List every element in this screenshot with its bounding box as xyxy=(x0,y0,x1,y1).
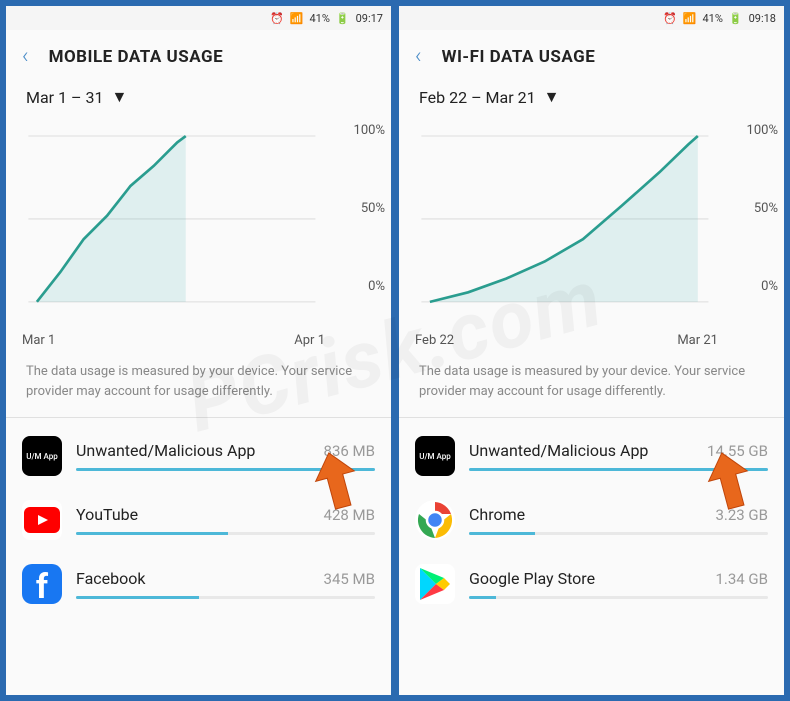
x-end-label: Mar 21 xyxy=(677,333,718,348)
app-row-malicious[interactable]: U/M App Unwanted/Malicious App 14.55 GB xyxy=(399,422,784,486)
app-name: Google Play Store xyxy=(469,569,595,588)
app-size: 14.55 GB xyxy=(707,442,768,460)
battery-icon: 🔋 xyxy=(336,12,350,25)
x-axis-labels: Mar 1 Apr 1 xyxy=(6,333,391,352)
status-bar: ⏰ 📶 41% 🔋 09:18 xyxy=(399,6,784,30)
y-label-100: 100% xyxy=(747,123,778,138)
page-header: ‹ MOBILE DATA USAGE xyxy=(6,30,391,87)
date-range-selector[interactable]: Mar 1 – 31 ▼ xyxy=(6,87,391,113)
usage-chart[interactable]: 100% 50% 0% xyxy=(399,113,784,333)
date-range-label: Mar 1 – 31 xyxy=(26,88,103,107)
divider xyxy=(399,417,784,418)
battery-pct: 41% xyxy=(309,12,329,25)
signal-icon: 📶 xyxy=(290,12,304,25)
app-icon-youtube xyxy=(22,500,62,540)
app-size: 3.23 GB xyxy=(715,506,768,524)
date-range-selector[interactable]: Feb 22 – Mar 21 ▼ xyxy=(399,87,784,113)
back-button[interactable]: ‹ xyxy=(22,44,29,69)
chevron-down-icon: ▼ xyxy=(544,87,560,107)
svg-text:f: f xyxy=(36,567,49,604)
y-label-100: 100% xyxy=(354,123,385,138)
disclaimer-text: The data usage is measured by your devic… xyxy=(399,352,784,417)
x-end-label: Apr 1 xyxy=(294,333,325,348)
app-size: 1.34 GB xyxy=(715,570,768,588)
app-name: Chrome xyxy=(469,505,525,524)
signal-icon: 📶 xyxy=(683,12,697,25)
app-size: 428 MB xyxy=(324,506,375,524)
app-icon-playstore xyxy=(415,564,455,604)
usage-chart[interactable]: 100% 50% 0% xyxy=(6,113,391,333)
x-start-label: Feb 22 xyxy=(415,333,454,348)
y-label-0: 0% xyxy=(761,279,778,294)
disclaimer-text: The data usage is measured by your devic… xyxy=(6,352,391,417)
chevron-down-icon: ▼ xyxy=(111,87,127,107)
chart-svg xyxy=(415,119,768,321)
page-title: WI-FI DATA USAGE xyxy=(442,47,596,67)
app-name: Unwanted/Malicious App xyxy=(469,441,648,460)
page-title: MOBILE DATA USAGE xyxy=(49,47,224,67)
app-name: Unwanted/Malicious App xyxy=(76,441,255,460)
app-row-facebook[interactable]: f Facebook 345 MB xyxy=(6,550,391,614)
page-header: ‹ WI-FI DATA USAGE xyxy=(399,30,784,87)
app-icon-umapp: U/M App xyxy=(415,436,455,476)
app-row-chrome[interactable]: Chrome 3.23 GB xyxy=(399,486,784,550)
alarm-icon: ⏰ xyxy=(663,12,677,25)
battery-icon: 🔋 xyxy=(729,12,743,25)
y-label-50: 50% xyxy=(754,201,778,216)
phone-left: ⏰ 📶 41% 🔋 09:17 ‹ MOBILE DATA USAGE Mar … xyxy=(4,4,393,697)
x-axis-labels: Feb 22 Mar 21 xyxy=(399,333,784,352)
app-row-malicious[interactable]: U/M App Unwanted/Malicious App 836 MB xyxy=(6,422,391,486)
app-name: YouTube xyxy=(76,505,138,524)
app-size: 345 MB xyxy=(324,570,375,588)
clock-time: 09:17 xyxy=(356,12,383,25)
clock-time: 09:18 xyxy=(749,12,776,25)
app-row-youtube[interactable]: YouTube 428 MB xyxy=(6,486,391,550)
phone-right: ⏰ 📶 41% 🔋 09:18 ‹ WI-FI DATA USAGE Feb 2… xyxy=(397,4,786,697)
y-label-0: 0% xyxy=(368,279,385,294)
alarm-icon: ⏰ xyxy=(270,12,284,25)
divider xyxy=(6,417,391,418)
battery-pct: 41% xyxy=(702,12,722,25)
app-row-playstore[interactable]: Google Play Store 1.34 GB xyxy=(399,550,784,614)
app-size: 836 MB xyxy=(324,442,375,460)
app-icon-umapp: U/M App xyxy=(22,436,62,476)
date-range-label: Feb 22 – Mar 21 xyxy=(419,88,536,107)
app-name: Facebook xyxy=(76,569,145,588)
back-button[interactable]: ‹ xyxy=(415,44,422,69)
x-start-label: Mar 1 xyxy=(22,333,55,348)
y-label-50: 50% xyxy=(361,201,385,216)
chart-svg xyxy=(22,119,375,321)
app-icon-facebook: f xyxy=(22,564,62,604)
app-icon-chrome xyxy=(415,500,455,540)
status-bar: ⏰ 📶 41% 🔋 09:17 xyxy=(6,6,391,30)
